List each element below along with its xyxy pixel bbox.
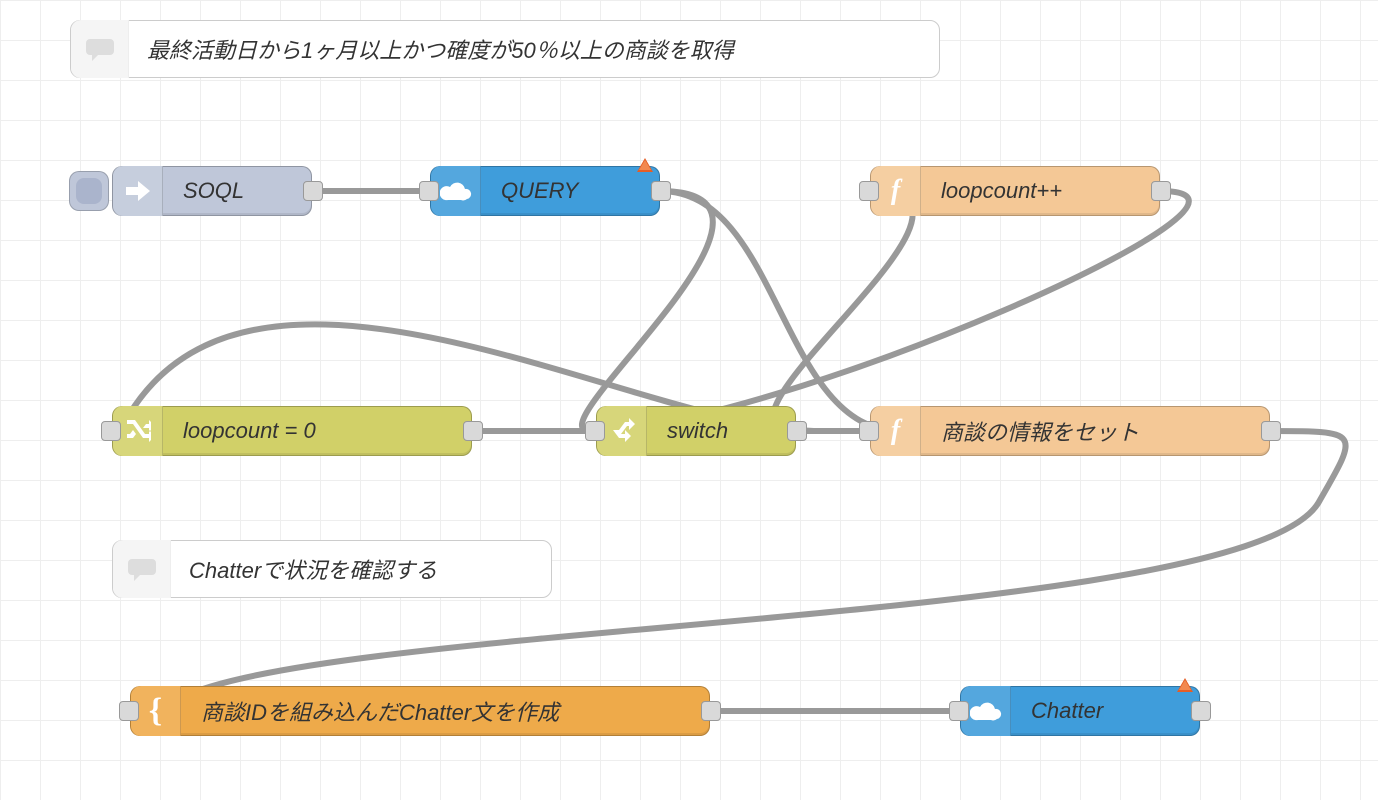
- warning-icon: [1177, 678, 1193, 692]
- port-in[interactable]: [119, 701, 139, 721]
- node-label: Chatter: [1011, 698, 1199, 724]
- speech-bubble-icon: [71, 20, 129, 78]
- node-inject-soql[interactable]: SOQL: [112, 166, 312, 216]
- node-loop-init[interactable]: loopcount = 0: [112, 406, 472, 456]
- port-out[interactable]: [787, 421, 807, 441]
- port-out[interactable]: [651, 181, 671, 201]
- port-out[interactable]: [701, 701, 721, 721]
- node-label: switch: [647, 418, 795, 444]
- port-out[interactable]: [463, 421, 483, 441]
- node-build-chatter-template[interactable]: { 商談IDを組み込んだChatter文を作成: [130, 686, 710, 736]
- port-out[interactable]: [1261, 421, 1281, 441]
- arrow-right-icon: [113, 166, 163, 216]
- port-in[interactable]: [419, 181, 439, 201]
- node-set-opportunity-info[interactable]: f 商談の情報をセット: [870, 406, 1270, 456]
- port-in[interactable]: [101, 421, 121, 441]
- node-label: 商談IDを組み込んだChatter文を作成: [181, 695, 709, 727]
- node-label: loopcount = 0: [163, 418, 471, 444]
- node-loop-increment[interactable]: f loopcount++: [870, 166, 1160, 216]
- port-in[interactable]: [585, 421, 605, 441]
- warning-icon: [637, 158, 653, 172]
- port-out[interactable]: [303, 181, 323, 201]
- comment-top[interactable]: 最終活動日から1ヶ月以上かつ確度が50％以上の商談を取得: [70, 20, 940, 78]
- port-in[interactable]: [949, 701, 969, 721]
- port-out[interactable]: [1151, 181, 1171, 201]
- node-switch[interactable]: switch: [596, 406, 796, 456]
- node-label: 商談の情報をセット: [921, 415, 1269, 447]
- inject-button[interactable]: [69, 171, 109, 211]
- port-in[interactable]: [859, 421, 879, 441]
- comment-text: 最終活動日から1ヶ月以上かつ確度が50％以上の商談を取得: [129, 33, 734, 65]
- node-query[interactable]: QUERY: [430, 166, 660, 216]
- speech-bubble-icon: [113, 540, 171, 598]
- node-label: loopcount++: [921, 178, 1159, 204]
- node-label: QUERY: [481, 178, 659, 204]
- port-out[interactable]: [1191, 701, 1211, 721]
- port-in[interactable]: [859, 181, 879, 201]
- node-chatter[interactable]: Chatter: [960, 686, 1200, 736]
- comment-mid[interactable]: Chatterで状況を確認する: [112, 540, 552, 598]
- node-label: SOQL: [163, 178, 311, 204]
- comment-text: Chatterで状況を確認する: [171, 553, 437, 585]
